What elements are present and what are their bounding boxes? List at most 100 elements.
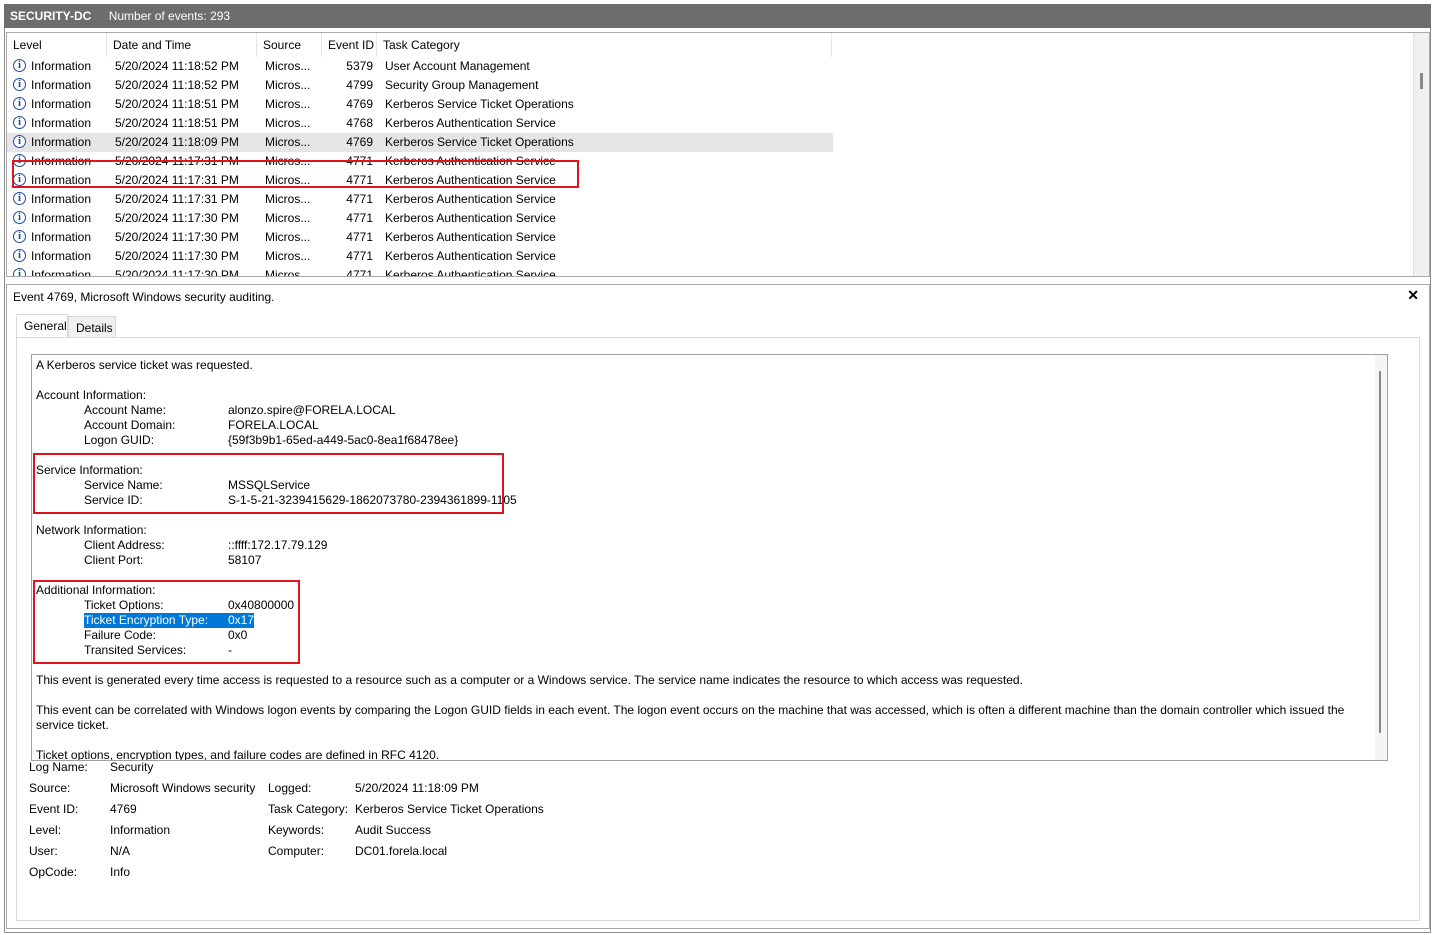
- row-level: Information: [31, 230, 92, 244]
- row-source: Micros...: [265, 116, 311, 130]
- prop-event-id-label: Event ID:: [29, 802, 79, 816]
- row-source: Micros...: [265, 268, 311, 277]
- row-event-id: 4768: [346, 116, 373, 130]
- network-info-header: Network Information:: [36, 523, 147, 537]
- scrollbar-thumb[interactable]: [1420, 73, 1423, 89]
- information-icon: i: [13, 192, 26, 205]
- row-task-category: Kerberos Authentication Service: [385, 249, 556, 263]
- log-name: SECURITY-DC: [10, 9, 92, 23]
- row-level: Information: [31, 97, 92, 111]
- row-datetime: 5/20/2024 11:18:52 PM: [115, 78, 239, 92]
- prop-user-value: N/A: [110, 844, 131, 858]
- desc-paragraph-3: Ticket options, encryption types, and fa…: [36, 748, 440, 761]
- prop-level-value: Information: [110, 823, 171, 837]
- information-icon: i: [13, 249, 26, 262]
- row-event-id: 4769: [346, 135, 373, 149]
- table-row[interactable]: i Information 5/20/2024 11:18:51 PM Micros.…: [7, 95, 833, 114]
- detail-title: Event 4769, Microsoft Windows security a…: [13, 290, 275, 304]
- column-header-datetime[interactable]: Date and Time: [107, 33, 257, 57]
- desc-intro: A Kerberos service ticket was requested.: [36, 358, 253, 372]
- prop-opcode-value: Info: [110, 865, 131, 879]
- information-icon: i: [13, 135, 26, 148]
- information-icon: i: [13, 211, 26, 224]
- row-source: Micros...: [265, 78, 311, 92]
- prop-log-name-value: Security: [110, 760, 154, 774]
- prop-source-value: Microsoft Windows security: [110, 781, 256, 795]
- client-address-value: ::ffff:172.17.79.129: [228, 538, 328, 552]
- row-event-id: 4771: [346, 268, 373, 277]
- column-header-level[interactable]: Level: [7, 33, 107, 57]
- row-event-id: 4769: [346, 97, 373, 111]
- row-level: Information: [31, 268, 92, 277]
- row-task-category: User Account Management: [385, 59, 530, 73]
- row-datetime: 5/20/2024 11:18:51 PM: [115, 97, 239, 111]
- row-task-category: Kerberos Authentication Service: [385, 211, 556, 225]
- information-icon: i: [13, 230, 26, 243]
- information-icon: i: [13, 97, 26, 110]
- table-row[interactable]: i Information 5/20/2024 11:17:30 PM Micros.…: [7, 247, 833, 266]
- row-source: Micros...: [265, 230, 311, 244]
- client-port-value: 58107: [228, 553, 262, 567]
- row-task-category: Kerberos Authentication Service: [385, 230, 556, 244]
- general-tab-panel: A Kerberos service ticket was requested.…: [16, 337, 1420, 921]
- table-row[interactable]: i Information 5/20/2024 11:18:52 PM Micros.…: [7, 57, 833, 76]
- column-header-task-category[interactable]: Task Category: [377, 33, 832, 57]
- table-row[interactable]: i Information 5/20/2024 11:18:09 PM Micros.…: [7, 133, 833, 152]
- table-row[interactable]: i Information 5/20/2024 11:17:30 PM Micros.…: [7, 266, 833, 277]
- description-scrollbar[interactable]: [1375, 355, 1387, 760]
- row-task-category: Kerberos Authentication Service: [385, 116, 556, 130]
- account-domain-value: FORELA.LOCAL: [228, 418, 319, 432]
- information-icon: i: [13, 116, 26, 129]
- row-level: Information: [31, 192, 92, 206]
- close-icon[interactable]: ✕: [1407, 287, 1419, 304]
- account-name-label: Account Name:: [84, 403, 167, 417]
- account-domain-label: Account Domain:: [84, 418, 176, 432]
- row-task-category: Security Group Management: [385, 78, 539, 92]
- table-row[interactable]: i Information 5/20/2024 11:18:52 PM Micros.…: [7, 76, 833, 95]
- prop-computer-label: Computer:: [268, 844, 325, 858]
- description-scrollbar-thumb[interactable]: [1379, 371, 1381, 733]
- desc-paragraph-2a: This event can be correlated with Window…: [36, 703, 1345, 717]
- table-row[interactable]: i Information 5/20/2024 11:17:30 PM Micros.…: [7, 228, 833, 247]
- row-datetime: 5/20/2024 11:17:30 PM: [115, 249, 239, 263]
- row-level: Information: [31, 116, 92, 130]
- prop-opcode-label: OpCode:: [29, 865, 78, 879]
- desc-paragraph-2b: service ticket.: [36, 718, 109, 732]
- highlight-selected-row: [12, 160, 579, 188]
- account-name-value: alonzo.spire@FORELA.LOCAL: [228, 403, 396, 417]
- table-row[interactable]: i Information 5/20/2024 11:18:51 PM Micros.…: [7, 114, 833, 133]
- row-level: Information: [31, 249, 92, 263]
- log-header-bar: SECURITY-DC Number of events: 293: [4, 4, 1431, 28]
- event-list[interactable]: Level Date and Time Source Event ID Task…: [6, 32, 1430, 277]
- client-port-label: Client Port:: [84, 553, 144, 567]
- row-level: Information: [31, 59, 92, 73]
- prop-level-label: Level:: [29, 823, 62, 837]
- row-event-id: 4771: [346, 192, 373, 206]
- event-list-header: Level Date and Time Source Event ID Task…: [7, 33, 1417, 57]
- desc-paragraph-1: This event is generated every time acces…: [36, 673, 1023, 687]
- table-row[interactable]: i Information 5/20/2024 11:17:30 PM Micros.…: [7, 209, 833, 228]
- row-level: Information: [31, 78, 92, 92]
- table-row[interactable]: i Information 5/20/2024 11:17:31 PM Micros.…: [7, 190, 833, 209]
- row-datetime: 5/20/2024 11:18:51 PM: [115, 116, 239, 130]
- tab-details[interactable]: Details: [68, 316, 116, 338]
- row-event-id: 4771: [346, 249, 373, 263]
- tab-general[interactable]: General: [16, 314, 68, 338]
- column-header-event-id[interactable]: Event ID: [322, 33, 377, 57]
- information-icon: i: [13, 268, 26, 276]
- information-icon: i: [13, 78, 26, 91]
- row-task-category: Kerberos Service Ticket Operations: [385, 97, 574, 111]
- prop-logged-label: Logged:: [268, 781, 312, 795]
- row-source: Micros...: [265, 249, 311, 263]
- prop-computer-value: DC01.forela.local: [355, 844, 448, 858]
- row-datetime: 5/20/2024 11:17:30 PM: [115, 268, 239, 277]
- row-datetime: 5/20/2024 11:17:31 PM: [115, 192, 239, 206]
- event-description[interactable]: A Kerberos service ticket was requested.…: [31, 354, 1388, 761]
- row-datetime: 5/20/2024 11:18:52 PM: [115, 59, 239, 73]
- information-icon: i: [13, 59, 26, 72]
- event-list-scrollbar[interactable]: [1413, 33, 1429, 276]
- prop-task-category-label: Task Category:: [268, 802, 349, 816]
- column-header-source[interactable]: Source: [257, 33, 322, 57]
- logon-guid-value: {59f3b9b1-65ed-a449-5ac0-8ea1f68478ee}: [228, 433, 459, 447]
- row-task-category: Kerberos Authentication Service: [385, 268, 556, 277]
